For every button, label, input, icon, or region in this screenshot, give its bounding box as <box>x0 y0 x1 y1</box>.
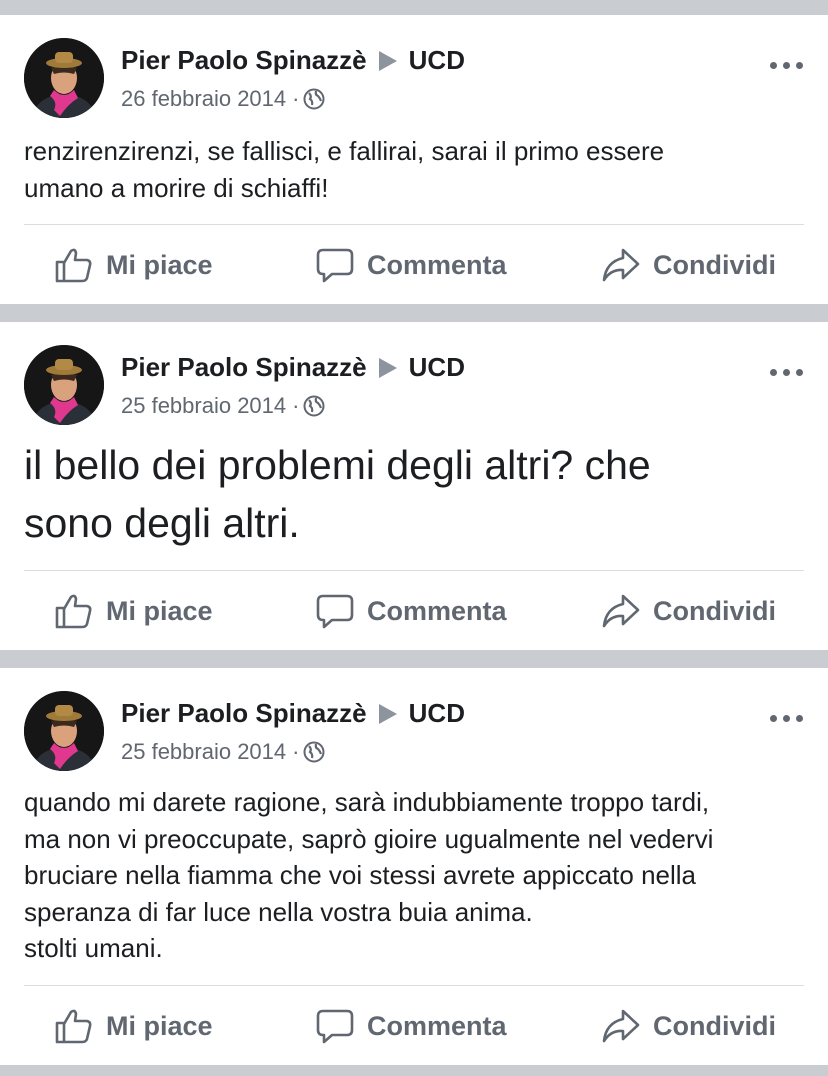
like-label: Mi piace <box>106 249 213 280</box>
share-label: Condividi <box>653 595 776 626</box>
thumbs-up-icon <box>55 594 92 629</box>
comment-icon <box>316 248 354 283</box>
post-text: il bello dei problemi degli altri? che s… <box>24 442 651 546</box>
post-card: Pier Paolo Spinazzè UCD 25 febbraio 2014 ·… <box>0 322 828 650</box>
globe-icon <box>303 88 325 118</box>
post-date[interactable]: 25 febbraio 2014 <box>121 393 286 418</box>
share-label: Condividi <box>653 1010 776 1041</box>
like-button[interactable]: Mi piace <box>54 996 213 1056</box>
post-meta: 25 febbraio 2014 · <box>121 391 325 425</box>
post-actions: Mi piace Commenta Condividi <box>0 581 828 641</box>
share-label: Condividi <box>653 249 776 280</box>
comment-button[interactable]: Commenta <box>315 996 507 1056</box>
avatar[interactable] <box>24 345 104 425</box>
meta-separator: · <box>292 739 300 764</box>
avatar[interactable] <box>24 38 104 118</box>
share-button[interactable]: Condividi <box>601 581 776 641</box>
post-text: renzirenzirenzi, se fallisci, e fallirai… <box>24 136 665 203</box>
post-meta: 26 febbraio 2014 · <box>121 84 325 118</box>
post-author-line: Pier Paolo Spinazzè UCD <box>121 43 465 77</box>
like-button[interactable]: Mi piace <box>54 235 213 295</box>
share-button[interactable]: Condividi <box>601 235 776 295</box>
thumbs-up-icon <box>55 248 92 283</box>
divider <box>24 985 804 986</box>
like-label: Mi piace <box>106 1010 213 1041</box>
author-name[interactable]: Pier Paolo Spinazzè <box>121 352 367 382</box>
post-meta: 25 febbraio 2014 · <box>121 737 325 771</box>
comment-button[interactable]: Commenta <box>315 235 507 295</box>
meta-separator: · <box>292 86 300 111</box>
author-name[interactable]: Pier Paolo Spinazzè <box>121 698 367 728</box>
thumbs-up-icon <box>55 1009 92 1044</box>
post-actions: Mi piace Commenta Condividi <box>0 996 828 1056</box>
group-name[interactable]: UCD <box>409 45 465 75</box>
group-name[interactable]: UCD <box>409 352 465 382</box>
comment-label: Commenta <box>367 249 507 280</box>
post-card: Pier Paolo Spinazzè UCD 26 febbraio 2014 ·… <box>0 15 828 304</box>
post-date[interactable]: 25 febbraio 2014 <box>121 739 286 764</box>
share-target-arrow-icon <box>378 704 397 724</box>
comment-icon <box>316 1009 354 1044</box>
avatar[interactable] <box>24 691 104 771</box>
comment-icon <box>316 594 354 629</box>
like-label: Mi piace <box>106 595 213 626</box>
share-button[interactable]: Condividi <box>601 996 776 1056</box>
post-actions: Mi piace Commenta Condividi <box>0 235 828 295</box>
group-name[interactable]: UCD <box>409 698 465 728</box>
divider <box>24 570 804 571</box>
globe-icon <box>303 395 325 425</box>
post-card: Pier Paolo Spinazzè UCD 25 febbraio 2014 ·… <box>0 668 828 1065</box>
share-icon <box>602 1009 640 1043</box>
like-button[interactable]: Mi piace <box>54 581 213 641</box>
post-author-line: Pier Paolo Spinazzè UCD <box>121 350 465 384</box>
share-icon <box>602 248 640 282</box>
share-target-arrow-icon <box>378 358 397 378</box>
globe-icon <box>303 741 325 771</box>
more-options-icon[interactable] <box>770 712 804 726</box>
comment-label: Commenta <box>367 1010 507 1041</box>
divider <box>24 224 804 225</box>
share-target-arrow-icon <box>378 51 397 71</box>
post-date[interactable]: 26 febbraio 2014 <box>121 86 286 111</box>
more-options-icon[interactable] <box>770 59 804 73</box>
post-text: quando mi darete ragione, sarà indubbiam… <box>24 787 714 963</box>
comment-label: Commenta <box>367 595 507 626</box>
meta-separator: · <box>292 393 300 418</box>
more-options-icon[interactable] <box>770 366 804 380</box>
author-name[interactable]: Pier Paolo Spinazzè <box>121 45 367 75</box>
share-icon <box>602 594 640 628</box>
comment-button[interactable]: Commenta <box>315 581 507 641</box>
post-author-line: Pier Paolo Spinazzè UCD <box>121 696 465 730</box>
